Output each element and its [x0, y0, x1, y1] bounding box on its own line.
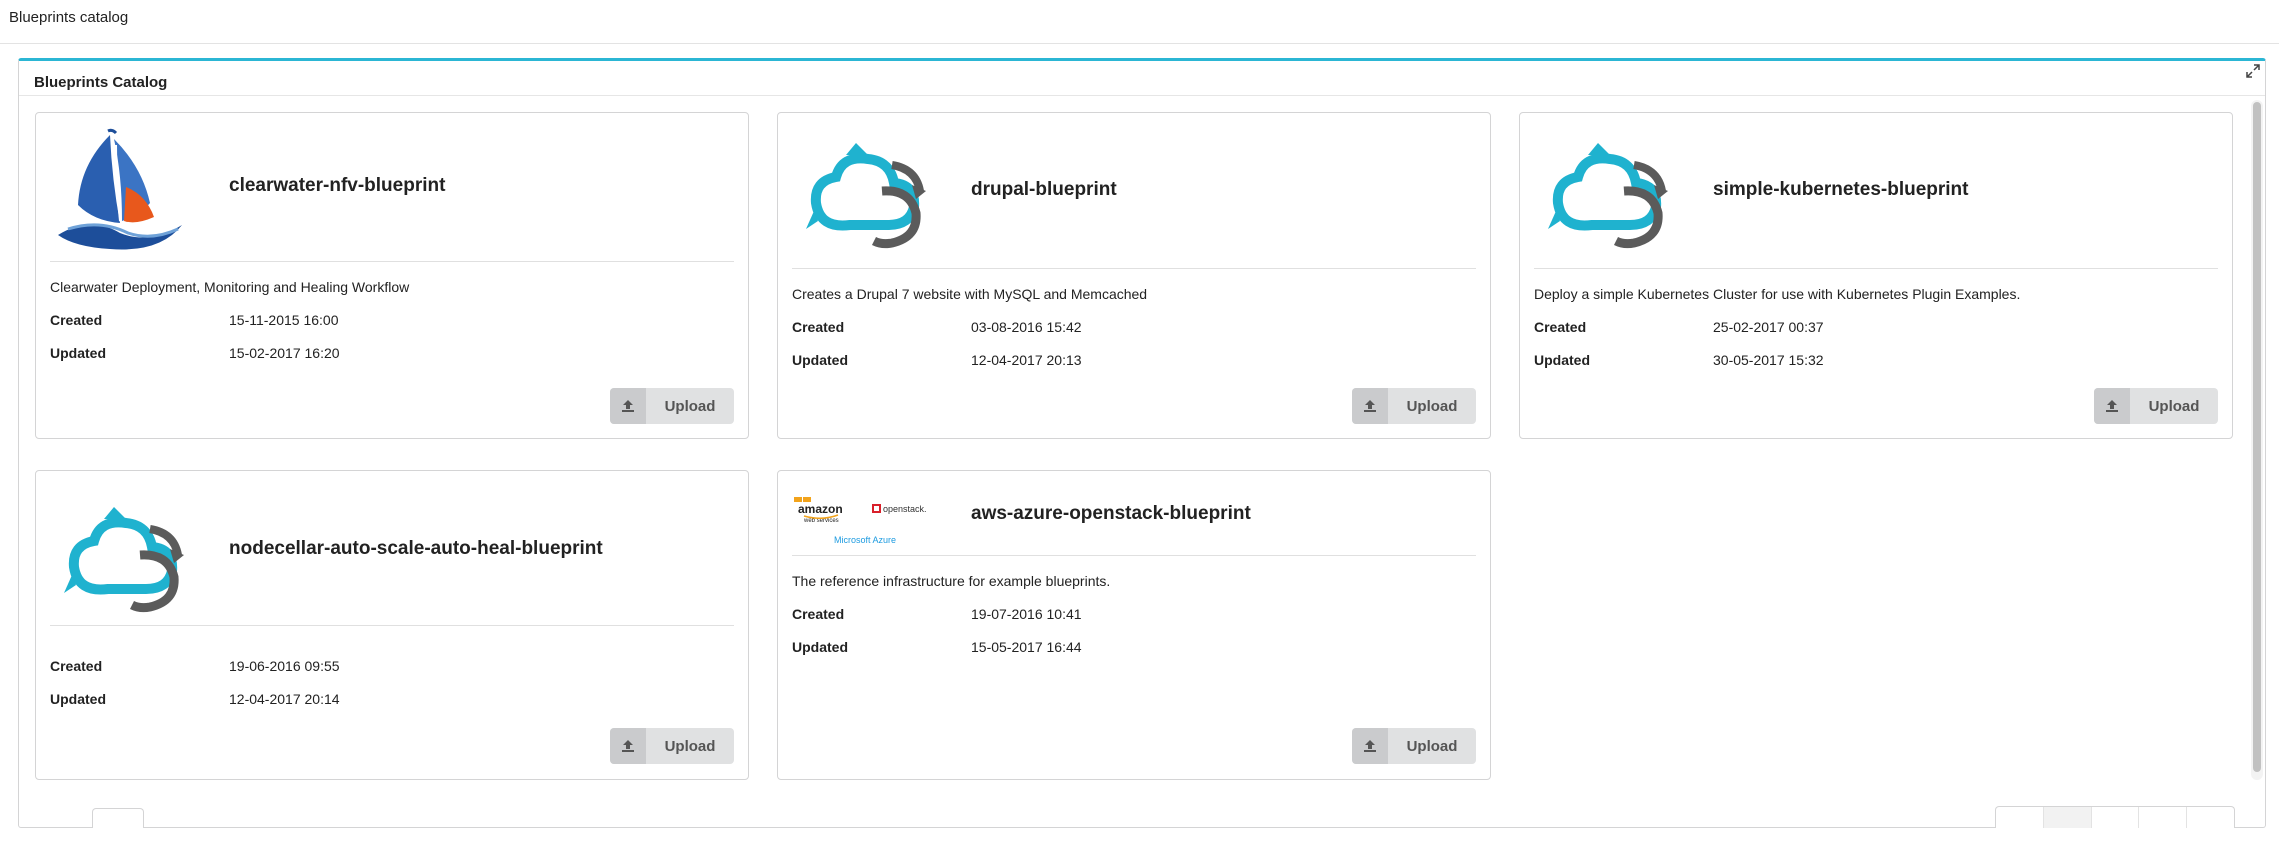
card-divider — [792, 268, 1476, 269]
updated-label: Updated — [792, 639, 848, 655]
maximize-icon[interactable] — [2245, 63, 2261, 79]
card-divider — [50, 625, 734, 626]
scrollbar-thumb[interactable] — [2253, 102, 2261, 772]
upload-button[interactable]: Upload — [1352, 728, 1476, 764]
blueprint-description: Creates a Drupal 7 website with MySQL an… — [792, 286, 1148, 302]
pagination-item-active[interactable] — [2043, 807, 2092, 828]
pagination-item[interactable] — [2187, 807, 2234, 828]
card-divider — [50, 261, 734, 262]
updated-label: Updated — [50, 691, 106, 707]
page-title: Blueprints catalog — [9, 9, 129, 26]
updated-value: 30-05-2017 15:32 — [1713, 352, 1824, 368]
upload-icon-box — [1352, 388, 1388, 424]
blueprint-card: amazon web services openstack. Microsoft… — [777, 470, 1491, 780]
updated-value: 12-04-2017 20:13 — [971, 352, 1082, 368]
created-label: Created — [792, 606, 845, 622]
upload-button-label: Upload — [1406, 737, 1458, 755]
pagination-item[interactable] — [2092, 807, 2140, 828]
upload-icon-box — [610, 728, 646, 764]
created-value: 25-02-2017 00:37 — [1713, 319, 1824, 335]
updated-value: 15-05-2017 16:44 — [971, 639, 1082, 655]
pagination-item[interactable] — [1996, 807, 2044, 828]
amazon-logo-text: amazon — [798, 502, 843, 516]
widget-body: clearwater-nfv-blueprint Clearwater Depl… — [19, 95, 2265, 828]
sailboat-logo-icon — [58, 128, 182, 250]
blueprint-name[interactable]: nodecellar-auto-scale-auto-heal-blueprin… — [229, 538, 603, 560]
blueprint-name[interactable]: aws-azure-openstack-blueprint — [971, 503, 1251, 525]
upload-icon — [622, 400, 634, 412]
blueprints-catalog-widget: Blueprints Catalog clearwater-nfv-bluepr… — [18, 58, 2266, 828]
cloudify-logo-icon — [806, 143, 926, 249]
upload-icon-box — [2094, 388, 2130, 424]
aws-azure-openstack-logo-icon: amazon web services openstack. Microsoft… — [794, 497, 927, 545]
blueprint-description: Clearwater Deployment, Monitoring and He… — [50, 279, 410, 295]
upload-button[interactable]: Upload — [610, 728, 734, 764]
upload-icon-box — [1352, 728, 1388, 764]
upload-icon — [2106, 400, 2118, 412]
upload-icon-box — [610, 388, 646, 424]
blueprint-name[interactable]: drupal-blueprint — [971, 179, 1117, 201]
blueprint-card: clearwater-nfv-blueprint Clearwater Depl… — [35, 112, 749, 439]
pagination — [1995, 806, 2235, 828]
upload-icon — [1364, 740, 1376, 752]
widget-title: Blueprints Catalog — [34, 74, 168, 91]
updated-label: Updated — [1534, 352, 1590, 368]
updated-value: 15-02-2017 16:20 — [229, 345, 340, 361]
created-value: 15-11-2015 16:00 — [229, 312, 339, 328]
vertical-scrollbar[interactable] — [2251, 100, 2263, 780]
upload-button[interactable]: Upload — [1352, 388, 1476, 424]
blueprint-card: simple-kubernetes-blueprint Deploy a sim… — [1519, 112, 2233, 439]
upload-icon — [622, 740, 634, 752]
created-value: 03-08-2016 15:42 — [971, 319, 1082, 335]
updated-label: Updated — [50, 345, 106, 361]
upload-button[interactable]: Upload — [610, 388, 734, 424]
upload-button-label: Upload — [664, 737, 716, 755]
created-label: Created — [50, 312, 103, 328]
updated-value: 12-04-2017 20:14 — [229, 691, 340, 707]
pagination-item[interactable] — [2139, 807, 2188, 828]
created-label: Created — [792, 319, 845, 335]
blueprint-name[interactable]: simple-kubernetes-blueprint — [1713, 179, 1969, 201]
card-divider — [792, 555, 1476, 556]
cloudify-logo-icon — [64, 507, 184, 613]
blueprint-description: The reference infrastructure for example… — [792, 573, 1111, 589]
upload-button-label: Upload — [664, 397, 716, 415]
blueprint-card: nodecellar-auto-scale-auto-heal-blueprin… — [35, 470, 749, 780]
updated-label: Updated — [792, 352, 848, 368]
card-divider — [1534, 268, 2218, 269]
cloudify-logo-icon — [1548, 143, 1668, 249]
blueprint-description: Deploy a simple Kubernetes Cluster for u… — [1534, 286, 2021, 302]
openstack-logo-text: openstack. — [883, 504, 927, 514]
created-label: Created — [50, 658, 103, 674]
microsoft-azure-logo-text: Microsoft Azure — [834, 535, 896, 545]
upload-button[interactable]: Upload — [2094, 388, 2218, 424]
created-value: 19-07-2016 10:41 — [971, 606, 1082, 622]
upload-button-label: Upload — [2148, 397, 2200, 415]
page-size-dropdown[interactable] — [92, 808, 144, 828]
blueprint-card: drupal-blueprint Creates a Drupal 7 webs… — [777, 112, 1491, 439]
upload-icon — [1364, 400, 1376, 412]
blueprint-name[interactable]: clearwater-nfv-blueprint — [229, 175, 445, 197]
created-value: 19-06-2016 09:55 — [229, 658, 340, 674]
page-header: Blueprints catalog — [0, 0, 2279, 44]
upload-button-label: Upload — [1406, 397, 1458, 415]
created-label: Created — [1534, 319, 1587, 335]
aws-azure-openstack-logo: amazon web services openstack. Microsoft… — [792, 491, 932, 551]
